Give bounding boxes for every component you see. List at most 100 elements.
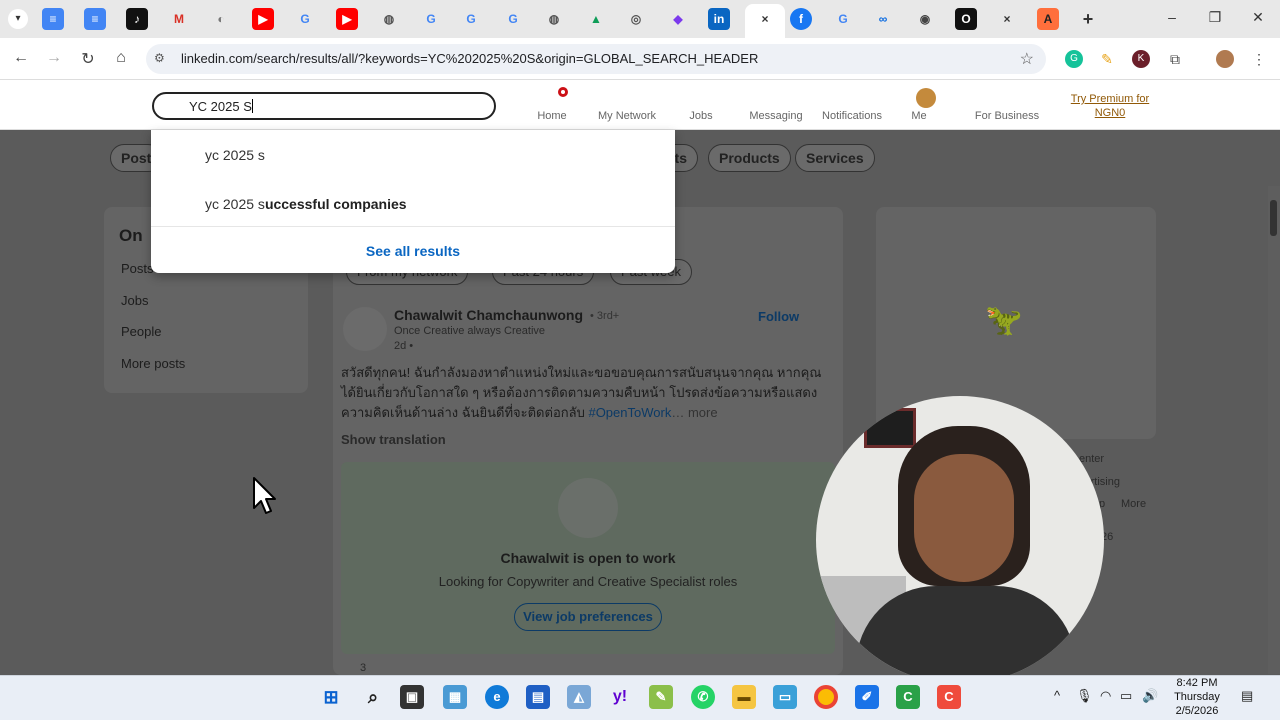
minimize-icon[interactable]: – — [1160, 9, 1184, 25]
site-info-icon[interactable]: ⚙ — [154, 51, 165, 65]
footer-link-more[interactable]: More — [1121, 498, 1146, 510]
home-icon[interactable]: ⌂ — [110, 49, 132, 67]
search-query[interactable]: YC 2025 S — [189, 99, 253, 114]
search-icon[interactable]: ⌕ — [361, 685, 385, 709]
site-tab[interactable]: ◐ — [210, 8, 232, 30]
left-link-more-posts[interactable]: More posts — [121, 356, 185, 371]
browser-menu-icon[interactable]: ⋮ — [1250, 50, 1268, 68]
author-avatar[interactable] — [343, 307, 387, 351]
google-tab[interactable]: G — [460, 8, 482, 30]
site-tab[interactable]: ◎ — [625, 8, 647, 30]
file-explorer-icon[interactable]: ▬ — [732, 685, 756, 709]
close-window-icon[interactable]: ✕ — [1246, 9, 1270, 26]
chrome-icon[interactable] — [814, 685, 838, 709]
left-link-people[interactable]: People — [121, 324, 161, 339]
globe-tab[interactable]: ◍ — [543, 8, 565, 30]
left-link-jobs[interactable]: Jobs — [121, 293, 148, 308]
yahoo-icon[interactable]: y! — [608, 685, 632, 709]
site-tab[interactable]: A — [1037, 8, 1059, 30]
page-scrollbar[interactable] — [1268, 186, 1280, 674]
url-text[interactable]: linkedin.com/search/results/all/?keyword… — [181, 51, 758, 66]
grammarly-icon[interactable]: G — [1065, 50, 1083, 68]
app-icon[interactable]: ▦ — [443, 685, 467, 709]
view-job-preferences-button[interactable]: View job preferences — [514, 603, 662, 631]
task-view-icon[interactable]: ▣ — [400, 685, 424, 709]
meta-tab[interactable]: ∞ — [872, 8, 894, 30]
volume-icon[interactable]: 🔊 — [1142, 688, 1158, 704]
google-tab[interactable]: G — [502, 8, 524, 30]
tray-chevron-icon[interactable]: ^ — [1054, 688, 1060, 703]
reload-icon[interactable]: ↻ — [77, 49, 99, 69]
windows-start-icon[interactable]: ⊞ — [319, 685, 343, 709]
edge-icon[interactable]: e — [485, 685, 509, 709]
filter-services[interactable]: Services — [795, 144, 875, 172]
google-tab[interactable]: G — [420, 8, 442, 30]
left-link-posts[interactable]: Posts — [121, 261, 154, 276]
nav-home[interactable]: Home — [531, 110, 573, 122]
site-tab[interactable]: ◉ — [914, 8, 936, 30]
suggestion-item[interactable]: yc 2025 s — [205, 147, 265, 163]
battery-icon[interactable]: ▭ — [1120, 688, 1132, 704]
photos-icon[interactable]: ◭ — [567, 685, 591, 709]
notes-icon[interactable]: ✎ — [649, 685, 673, 709]
site-tab[interactable]: ◆ — [667, 8, 689, 30]
app-icon[interactable]: C — [937, 685, 961, 709]
hashtag-link[interactable]: #OpenToWork — [588, 405, 671, 420]
nav-me[interactable]: Me — [907, 110, 931, 122]
close-tab-icon[interactable]: × — [996, 8, 1018, 30]
microphone-icon[interactable]: 🎙 — [1076, 688, 1093, 704]
close-tab-icon[interactable]: × — [761, 12, 768, 26]
tiktok-tab[interactable]: ♪ — [126, 8, 148, 30]
footer-link-center[interactable]: enter — [1079, 453, 1104, 465]
youtube-tab[interactable]: ▶ — [252, 8, 274, 30]
facebook-tab[interactable]: f — [790, 8, 812, 30]
search-input[interactable]: YC 2025 S — [152, 92, 496, 120]
filter-products[interactable]: Products — [708, 144, 791, 172]
drive-tab[interactable]: ▲ — [585, 8, 607, 30]
nav-my-network[interactable]: My Network — [591, 110, 663, 122]
wifi-icon[interactable]: ◠ — [1100, 688, 1111, 704]
back-icon[interactable]: ← — [10, 49, 32, 67]
restore-icon[interactable]: ❐ — [1203, 9, 1227, 26]
scrollbar-thumb[interactable] — [1270, 200, 1277, 236]
google-docs-tab[interactable]: ≡ — [42, 8, 64, 30]
google-tab[interactable]: G — [294, 8, 316, 30]
nav-for-business[interactable]: For Business — [972, 110, 1042, 122]
system-clock[interactable]: 8:42 PM Thursday 2/5/2026 — [1168, 676, 1226, 718]
site-tab[interactable]: O — [955, 8, 977, 30]
profile-avatar[interactable] — [1216, 50, 1234, 68]
gmail-tab[interactable]: M — [168, 8, 190, 30]
try-premium-link[interactable]: Try Premium for NGN0 — [1063, 92, 1157, 120]
post-author[interactable]: Chawalwit Chamchaunwong — [394, 307, 583, 323]
follow-button[interactable]: Follow — [758, 309, 799, 324]
nav-messaging[interactable]: Messaging — [745, 110, 807, 122]
google-docs-tab[interactable]: ≡ — [84, 8, 106, 30]
extension-icon[interactable]: K — [1132, 50, 1150, 68]
reaction-count[interactable]: 3 — [360, 662, 366, 674]
new-tab-button[interactable]: + — [1077, 8, 1099, 30]
app-icon[interactable]: ✐ — [855, 685, 879, 709]
youtube-tab[interactable]: ▶ — [336, 8, 358, 30]
forward-icon[interactable]: → — [43, 49, 65, 67]
tab-search-dropdown-icon[interactable]: ▾ — [8, 9, 28, 29]
suggestion-item[interactable]: yc 2025 successful companies — [205, 196, 407, 212]
linkedin-active-tab[interactable]: × — [745, 4, 785, 38]
google-tab[interactable]: G — [832, 8, 854, 30]
extensions-puzzle-icon[interactable]: ⧉ — [1166, 50, 1184, 68]
app-icon[interactable]: ▭ — [773, 685, 797, 709]
store-icon[interactable]: ▤ — [526, 685, 550, 709]
address-bar[interactable]: ⚙ linkedin.com/search/results/all/?keywo… — [146, 44, 1046, 74]
nav-notifications[interactable]: Notifications — [816, 110, 888, 122]
pencil-extension-icon[interactable]: ✎ — [1098, 50, 1116, 68]
bookmark-star-icon[interactable]: ☆ — [1020, 49, 1034, 69]
notification-center-icon[interactable]: ▤ — [1241, 688, 1253, 704]
see-all-results-link[interactable]: See all results — [151, 243, 675, 259]
me-avatar[interactable] — [916, 88, 936, 108]
app-icon[interactable]: C — [896, 685, 920, 709]
nav-jobs[interactable]: Jobs — [685, 110, 717, 122]
show-translation-link[interactable]: Show translation — [341, 432, 446, 447]
whatsapp-icon[interactable]: ✆ — [691, 685, 715, 709]
linkedin-tab[interactable]: in — [708, 8, 730, 30]
see-more-link[interactable]: … more — [671, 405, 717, 420]
globe-tab[interactable]: ◍ — [378, 8, 400, 30]
